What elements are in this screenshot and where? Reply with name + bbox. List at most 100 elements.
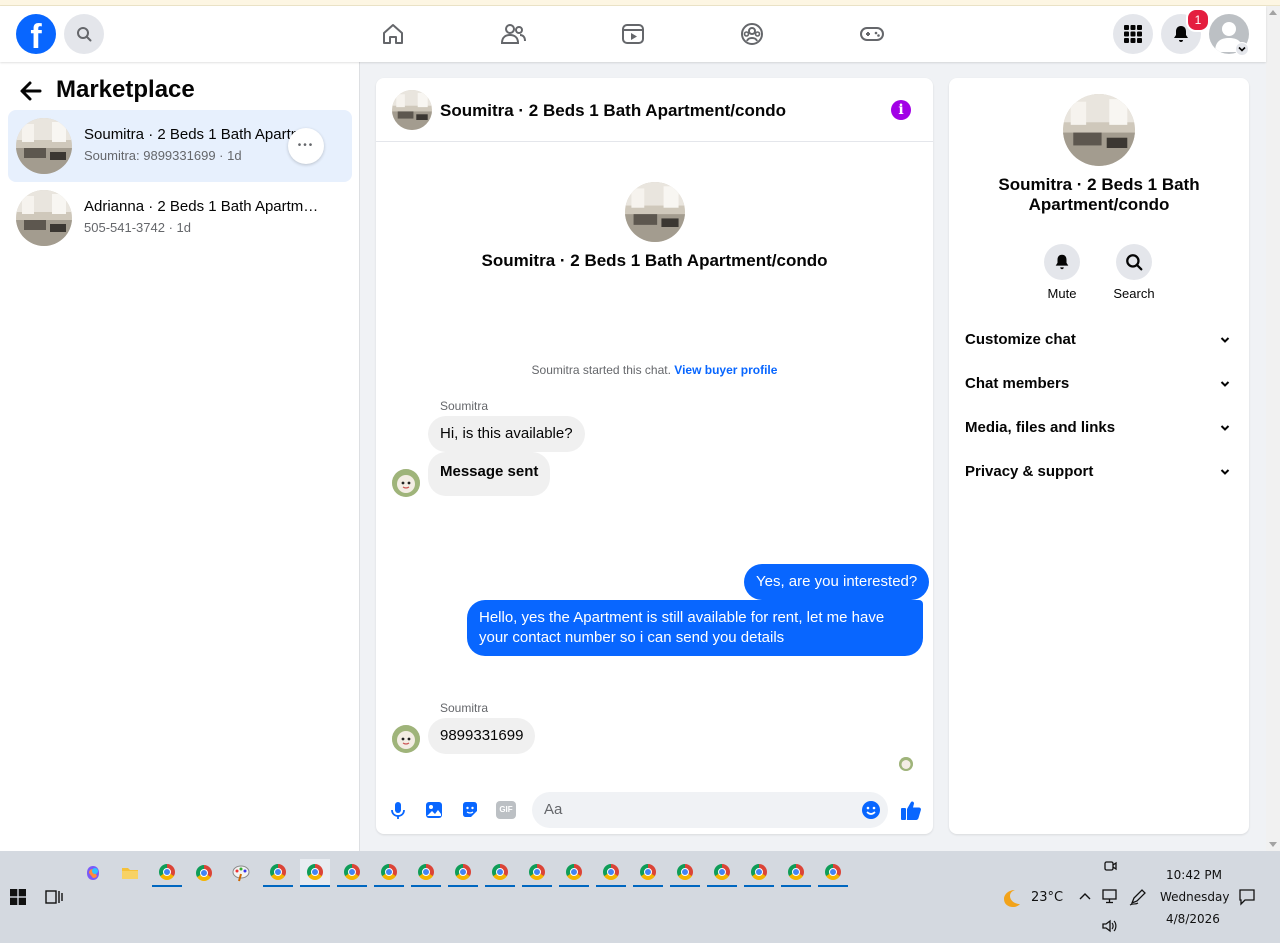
notification-badge: 1 (1186, 8, 1210, 32)
back-arrow-icon[interactable] (18, 78, 44, 104)
search-button[interactable] (64, 14, 104, 54)
chat-intro-title: Soumitra · 2 Beds 1 Bath Apartment/condo (481, 251, 828, 270)
sticker-icon[interactable] (460, 800, 480, 820)
conversation-item[interactable]: Soumitra · 2 Beds 1 Bath Apartment/condo… (8, 110, 352, 182)
section-label: Chat members (965, 375, 1070, 392)
mute-button[interactable]: Mute (1022, 244, 1102, 301)
photo-icon[interactable] (424, 800, 444, 820)
message-bubble[interactable]: 9899331699 (428, 718, 536, 754)
chat-panel: Soumitra · 2 Beds 1 Bath Apartment/condo… (376, 78, 933, 834)
chrome-taskbar-icon[interactable] (189, 859, 219, 887)
chrome-taskbar-icon[interactable] (781, 859, 811, 887)
microphone-icon[interactable] (388, 800, 408, 820)
network-icon[interactable] (1101, 888, 1119, 904)
chrome-taskbar-icon[interactable] (559, 859, 589, 887)
listing-photo (1063, 94, 1135, 166)
search-icon (77, 27, 92, 42)
clock-time[interactable]: 10:42 PM (1166, 868, 1222, 882)
message-bubble[interactable]: Yes, are you interested? (744, 564, 930, 600)
chat-started-note: Soumitra started this chat. View buyer p… (376, 363, 933, 377)
clock-date[interactable]: 4/8/2026 (1166, 912, 1220, 926)
conversation-item[interactable]: Adrianna · 2 Beds 1 Bath Apartment/condo… (8, 182, 352, 254)
chat-info-panel: Soumitra · 2 Beds 1 Bath Apartment/condo… (949, 78, 1249, 834)
volume-icon[interactable] (1101, 918, 1119, 934)
sender-avatar[interactable] (392, 725, 420, 753)
chrome-taskbar-icon[interactable] (818, 859, 848, 887)
weather-temp[interactable]: 23°C (1031, 890, 1063, 905)
listing-thumbnail[interactable] (392, 90, 432, 130)
marketplace-sidebar: Marketplace Soumitra · 2 Beds 1 Bath Apa… (0, 62, 360, 851)
gif-button[interactable]: GIF (496, 801, 516, 819)
chrome-taskbar-icon[interactable] (448, 859, 478, 887)
message-bubble[interactable]: Message sent (428, 452, 551, 496)
chrome-taskbar-icon[interactable] (596, 859, 626, 887)
gaming-icon[interactable] (858, 20, 886, 48)
video-icon[interactable] (619, 20, 647, 48)
paint-taskbar-icon[interactable] (226, 859, 256, 887)
listing-thumbnail (16, 118, 72, 174)
listing-photo (625, 182, 685, 242)
bell-icon (1044, 244, 1080, 280)
chrome-taskbar-icon[interactable] (670, 859, 700, 887)
message-bubble[interactable]: Hello, yes the Apartment is still availa… (467, 600, 923, 656)
section-privacy-support[interactable]: Privacy & support (949, 450, 1249, 494)
file-explorer-taskbar-icon[interactable] (115, 859, 145, 887)
emoji-icon[interactable] (861, 800, 881, 820)
sender-name: Soumitra (440, 399, 489, 413)
more-options-button[interactable]: ••• (288, 128, 324, 164)
chrome-taskbar-icon[interactable] (152, 859, 182, 887)
chrome-taskbar-icon[interactable] (522, 859, 552, 887)
chevron-down-icon (1220, 381, 1230, 387)
chrome-taskbar-icon[interactable] (485, 859, 515, 887)
section-chat-members[interactable]: Chat members (949, 362, 1249, 406)
chrome-taskbar-icon[interactable] (707, 859, 737, 887)
conversation-name: Adrianna · 2 Beds 1 Bath Apartment/condo (84, 198, 324, 215)
task-view-icon[interactable] (45, 888, 63, 906)
message-composer: GIF Aa (376, 784, 933, 834)
conversation-preview: 505-541-3742 · 1d (84, 220, 191, 235)
chrome-taskbar-icon[interactable] (337, 859, 367, 887)
chevron-down-icon (1220, 425, 1230, 431)
account-dropdown[interactable] (1235, 42, 1249, 56)
chevron-up-icon[interactable] (1079, 891, 1091, 901)
windows-start-icon[interactable] (10, 889, 26, 905)
groups-icon[interactable] (738, 20, 766, 48)
pen-icon[interactable] (1129, 888, 1147, 906)
moon-weather-icon[interactable] (1000, 887, 1022, 909)
listing-thumbnail (16, 190, 72, 246)
notification-center-icon[interactable] (1238, 888, 1256, 906)
message-bubble[interactable]: Hi, is this available? (428, 416, 585, 452)
chevron-down-icon (1238, 46, 1246, 52)
chevron-down-icon (1220, 337, 1230, 343)
clock-day[interactable]: Wednesday (1160, 890, 1229, 904)
message-input[interactable]: Aa (532, 792, 888, 828)
section-media-files-links[interactable]: Media, files and links (949, 406, 1249, 450)
conversation-preview: Soumitra: 9899331699 · 1d (84, 148, 242, 163)
chrome-taskbar-icon[interactable] (744, 859, 774, 887)
section-label: Customize chat (965, 331, 1076, 348)
chrome-taskbar-icon[interactable] (411, 859, 441, 887)
chrome-taskbar-icon[interactable] (633, 859, 663, 887)
search-chat-button[interactable]: Search (1094, 244, 1174, 301)
view-buyer-profile-link[interactable]: View buyer profile (674, 363, 777, 377)
chrome-taskbar-icon[interactable] (374, 859, 404, 887)
sender-avatar[interactable] (392, 469, 420, 497)
mute-label: Mute (1047, 286, 1077, 301)
chat-title[interactable]: Soumitra · 2 Beds 1 Bath Apartment/condo (440, 101, 786, 121)
meet-now-icon[interactable] (1103, 858, 1117, 874)
more-icon: ••• (297, 140, 315, 151)
copilot-taskbar-icon[interactable] (78, 859, 108, 887)
section-customize-chat[interactable]: Customize chat (949, 318, 1249, 362)
menu-button[interactable] (1113, 14, 1153, 54)
page-scrollbar[interactable] (1266, 6, 1280, 851)
chrome-taskbar-icon[interactable] (300, 859, 330, 887)
friends-icon[interactable] (499, 20, 527, 48)
home-icon[interactable] (379, 20, 407, 48)
started-text: Soumitra started this chat. (531, 363, 671, 377)
info-icon[interactable]: i (891, 100, 911, 120)
facebook-logo[interactable]: f (16, 14, 56, 54)
top-navigation: f 1 (0, 6, 1266, 62)
thumbs-up-icon[interactable] (900, 799, 922, 821)
grid-menu-icon (1124, 25, 1142, 43)
chrome-taskbar-icon[interactable] (263, 859, 293, 887)
